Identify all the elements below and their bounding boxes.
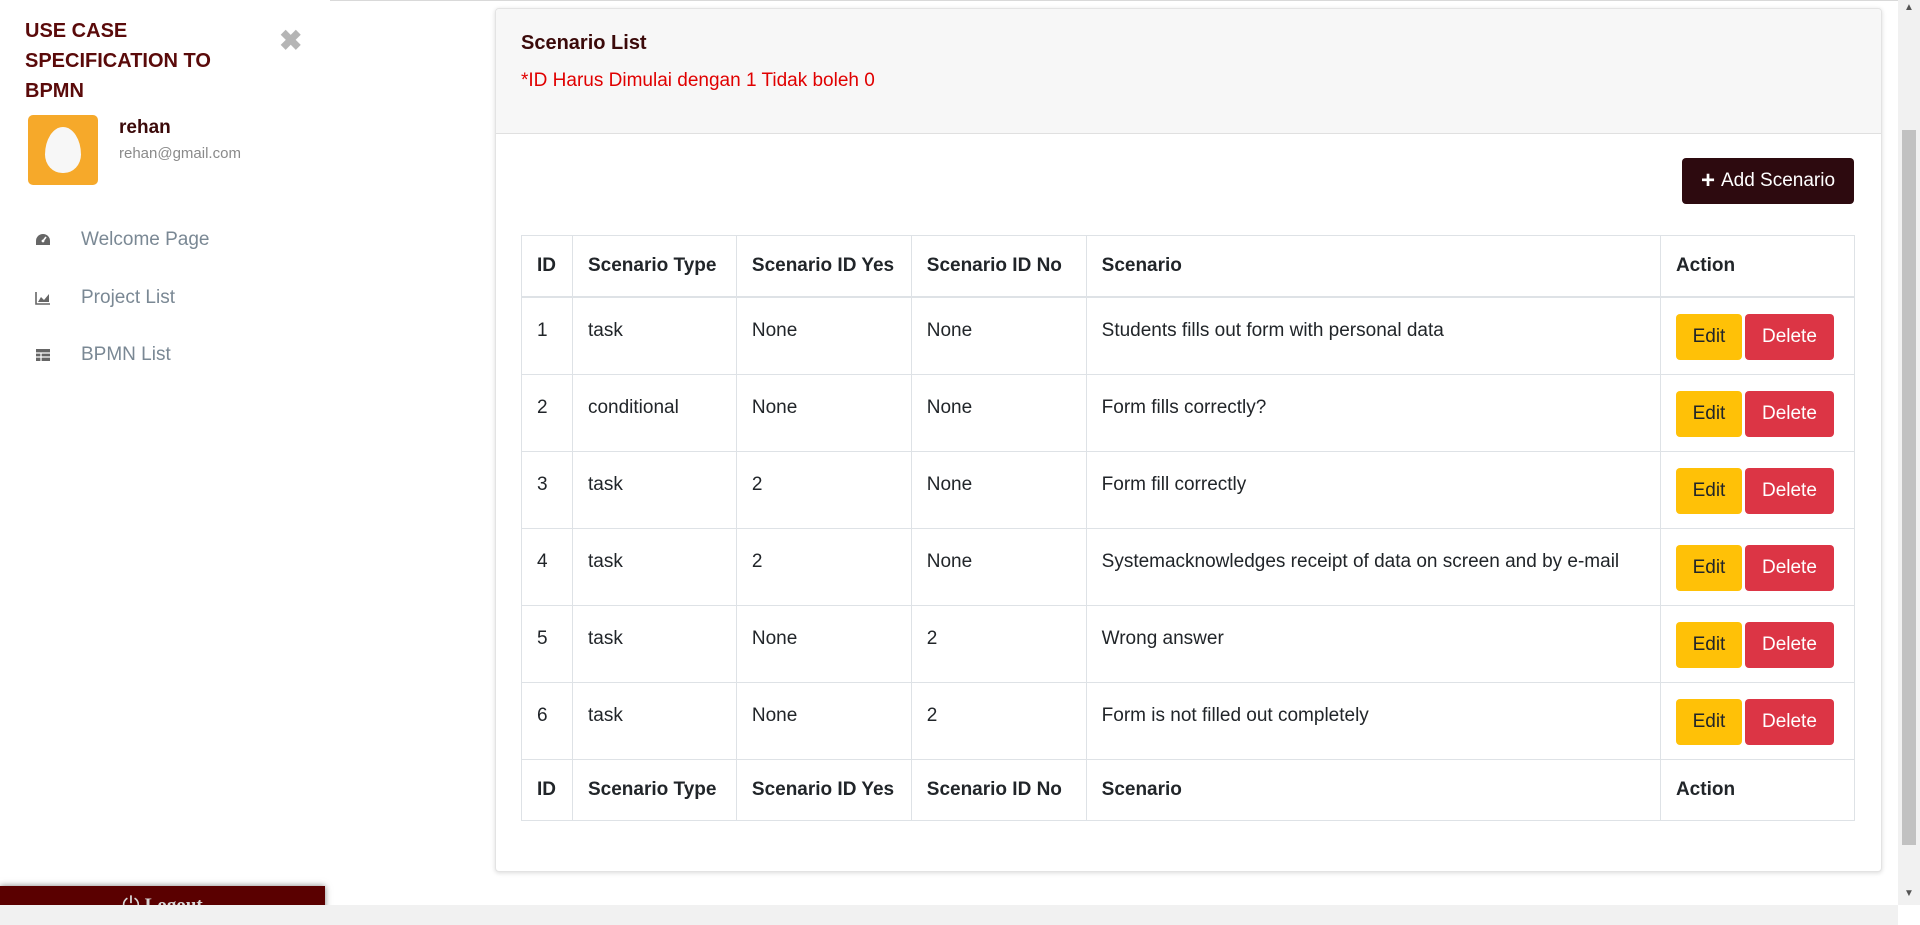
edit-button[interactable]: Edit: [1675, 621, 1742, 668]
card-title: Scenario List: [521, 32, 647, 54]
delete-button[interactable]: Delete: [1744, 698, 1834, 745]
scenario-table: ID Scenario Type Scenario ID Yes Scenari…: [521, 235, 1856, 821]
column-footer: Scenario: [1085, 758, 1661, 821]
cell-action: Edit Delete: [1659, 604, 1856, 683]
card-header: Scenario List *ID Harus Dimulai dengan 1…: [496, 9, 1881, 134]
cell-id-yes: None: [735, 373, 912, 452]
sidebar-item-label: Project List: [81, 287, 175, 308]
avatar: [28, 115, 98, 185]
plus-icon: +: [1700, 167, 1715, 194]
egg-avatar-icon: [45, 127, 81, 173]
cell-id: 1: [521, 296, 573, 375]
cell-scenario: Form fills correctly?: [1085, 373, 1661, 452]
cell-type: task: [571, 527, 737, 606]
table-row: 4 task 2 None Systemacknowledges receipt…: [521, 527, 1856, 606]
column-footer: Scenario ID Yes: [735, 758, 912, 821]
sidebar-item-label: BPMN List: [81, 344, 171, 365]
table-row: 3 task 2 None Form fill correctly Edit De…: [521, 450, 1856, 529]
cell-type: task: [571, 604, 737, 683]
cell-type: conditional: [571, 373, 737, 452]
scroll-up-icon[interactable]: ▲: [1898, 2, 1920, 13]
cell-action: Edit Delete: [1659, 450, 1856, 529]
cell-type: task: [571, 681, 737, 760]
column-header: Scenario ID Yes: [735, 235, 912, 298]
cell-id-no: 2: [910, 604, 1087, 683]
table-header-row: ID Scenario Type Scenario ID Yes Scenari…: [521, 235, 1856, 298]
cell-id: 5: [521, 604, 573, 683]
cell-action: Edit Delete: [1659, 681, 1856, 760]
scrollbar-thumb[interactable]: [1902, 130, 1916, 845]
cell-id-yes: None: [735, 681, 912, 760]
cell-id-no: None: [910, 296, 1087, 375]
table-row: 2 conditional None None Form fills corre…: [521, 373, 1856, 452]
column-header: Scenario ID No: [910, 235, 1087, 298]
column-header: Scenario Type: [571, 235, 737, 298]
cell-id-no: 2: [910, 681, 1087, 760]
table-footer-row: ID Scenario Type Scenario ID Yes Scenari…: [521, 758, 1856, 821]
sidebar-item-label: Welcome Page: [81, 229, 210, 250]
cell-id-yes: None: [735, 296, 912, 375]
cell-id: 2: [521, 373, 573, 452]
dashboard-icon: [34, 231, 52, 249]
cell-action: Edit Delete: [1659, 373, 1856, 452]
column-footer: ID: [521, 758, 573, 821]
id-note: *ID Harus Dimulai dengan 1 Tidak boleh 0: [521, 70, 875, 91]
scenario-card: Scenario List *ID Harus Dimulai dengan 1…: [495, 8, 1882, 872]
edit-button[interactable]: Edit: [1675, 544, 1742, 591]
add-scenario-button[interactable]: + Add Scenario: [1682, 158, 1854, 204]
table-icon: [34, 346, 52, 364]
edit-button[interactable]: Edit: [1675, 698, 1742, 745]
sidebar-item-welcome-page[interactable]: Welcome Page: [34, 225, 210, 255]
column-footer: Action: [1659, 758, 1856, 821]
delete-button[interactable]: Delete: [1744, 314, 1834, 360]
horizontal-scrollbar[interactable]: [0, 905, 1898, 925]
table-row: 6 task None 2 Form is not filled out com…: [521, 681, 1856, 760]
sidebar-item-project-list[interactable]: Project List: [34, 283, 175, 313]
cell-id-yes: None: [735, 604, 912, 683]
cell-id-yes: 2: [735, 527, 912, 606]
app-title: USE CASE SPECIFICATION TO BPMN: [25, 20, 211, 102]
table-row: 5 task None 2 Wrong answer Edit Delete: [521, 604, 1856, 683]
cell-id-no: None: [910, 527, 1087, 606]
cell-scenario: Students fills out form with personal da…: [1085, 296, 1661, 375]
cell-scenario: Systemacknowledges receipt of data on sc…: [1085, 527, 1661, 606]
cell-id: 3: [521, 450, 573, 529]
column-footer: Scenario Type: [571, 758, 737, 821]
sidebar: USE CASE SPECIFICATION TO BPMN ✖ rehan r…: [0, 0, 330, 925]
cell-scenario: Form fill correctly: [1085, 450, 1661, 529]
vertical-scrollbar[interactable]: ▲ ▼: [1898, 0, 1920, 905]
cell-type: task: [571, 296, 737, 375]
column-header: Scenario: [1085, 235, 1661, 298]
column-header: ID: [521, 235, 573, 298]
edit-button[interactable]: Edit: [1675, 390, 1742, 437]
cell-id-no: None: [910, 373, 1087, 452]
edit-button[interactable]: Edit: [1675, 467, 1742, 514]
delete-button[interactable]: Delete: [1744, 467, 1834, 514]
cell-id-no: None: [910, 450, 1087, 529]
cell-id: 6: [521, 681, 573, 760]
cell-type: task: [571, 450, 737, 529]
cell-action: Edit Delete: [1659, 296, 1856, 375]
cell-scenario: Form is not filled out completely: [1085, 681, 1661, 760]
delete-button[interactable]: Delete: [1744, 621, 1834, 668]
scroll-down-icon[interactable]: ▼: [1898, 888, 1920, 899]
delete-button[interactable]: Delete: [1744, 544, 1834, 591]
delete-button[interactable]: Delete: [1744, 390, 1834, 437]
cell-action: Edit Delete: [1659, 527, 1856, 606]
edit-button[interactable]: Edit: [1675, 314, 1742, 360]
chart-icon: [34, 289, 52, 307]
cell-scenario: Wrong answer: [1085, 604, 1661, 683]
table-row: 1 task None None Students fills out form…: [521, 296, 1856, 375]
add-scenario-label: Add Scenario: [1720, 170, 1836, 191]
cell-id: 4: [521, 527, 573, 606]
column-footer: Scenario ID No: [910, 758, 1087, 821]
column-header: Action: [1659, 235, 1856, 298]
sidebar-item-bpmn-list[interactable]: BPMN List: [34, 340, 171, 370]
user-email: rehan@gmail.com: [119, 145, 241, 162]
close-icon[interactable]: ✖: [279, 27, 302, 55]
user-name: rehan: [119, 117, 171, 138]
cell-id-yes: 2: [735, 450, 912, 529]
